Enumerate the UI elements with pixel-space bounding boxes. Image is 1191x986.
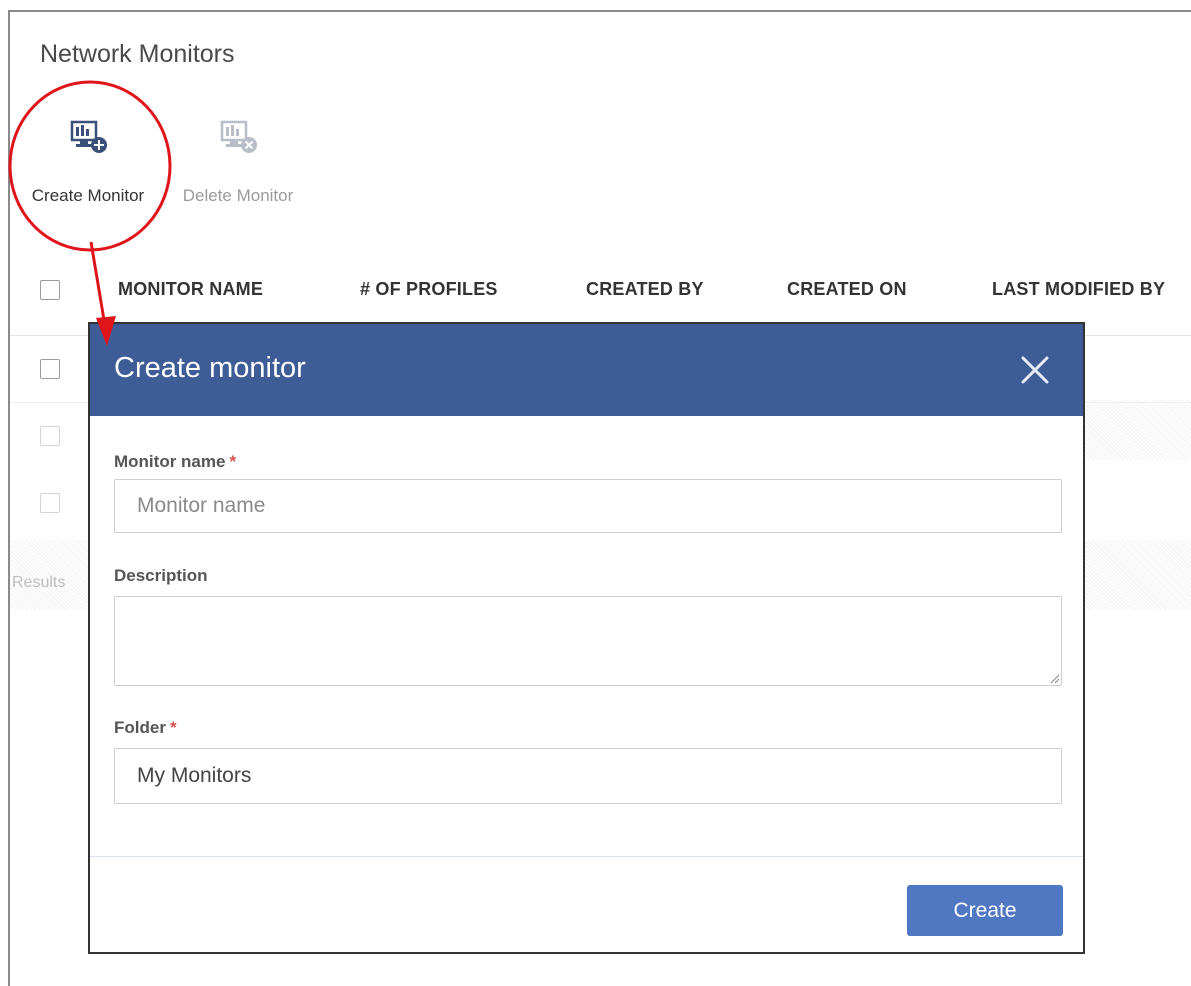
column-header-last-modified-by[interactable]: LAST MODIFIED BY <box>992 279 1165 300</box>
monitor-name-input[interactable] <box>114 479 1062 533</box>
row-checkbox[interactable] <box>40 426 60 446</box>
delete-monitor-label: Delete Monitor <box>182 186 294 205</box>
results-shading <box>1085 540 1191 610</box>
folder-label: Folder * <box>114 718 177 738</box>
monitor-name-label-text: Monitor name <box>114 452 226 471</box>
dialog-footer-divider <box>90 856 1083 857</box>
close-icon[interactable] <box>1017 352 1053 388</box>
column-header-created-by[interactable]: CREATED BY <box>586 279 704 300</box>
create-monitor-label: Create Monitor <box>31 186 145 205</box>
column-header-profiles[interactable]: # OF PROFILES <box>360 279 498 300</box>
dialog-title: Create monitor <box>114 352 306 384</box>
column-header-monitor-name[interactable]: MONITOR NAME <box>118 279 263 300</box>
required-marker: * <box>229 452 237 471</box>
create-monitor-button[interactable]: Create Monitor <box>23 118 153 218</box>
resize-grip-icon[interactable] <box>1048 672 1060 684</box>
required-marker: * <box>169 718 177 737</box>
delete-monitor-button[interactable]: Delete Monitor <box>173 118 303 218</box>
folder-label-text: Folder <box>114 718 166 737</box>
select-all-checkbox[interactable] <box>40 280 60 300</box>
column-header-created-on[interactable]: CREATED ON <box>787 279 907 300</box>
create-monitor-dialog: Create monitor Monitor name* Description… <box>88 322 1085 954</box>
dialog-header: Create monitor <box>90 324 1083 416</box>
results-text: Results <box>12 574 66 591</box>
folder-input[interactable] <box>114 748 1062 804</box>
row-checkbox[interactable] <box>40 359 60 379</box>
description-textarea[interactable] <box>114 596 1062 686</box>
page-title: Network Monitors <box>40 40 235 68</box>
monitor-delete-icon <box>220 120 257 153</box>
row-shading <box>1085 400 1191 460</box>
monitor-add-icon <box>70 120 107 153</box>
description-label: Description <box>114 566 208 585</box>
row-checkbox[interactable] <box>40 493 60 513</box>
create-button[interactable]: Create <box>907 885 1063 936</box>
monitor-name-label: Monitor name * <box>114 452 236 472</box>
